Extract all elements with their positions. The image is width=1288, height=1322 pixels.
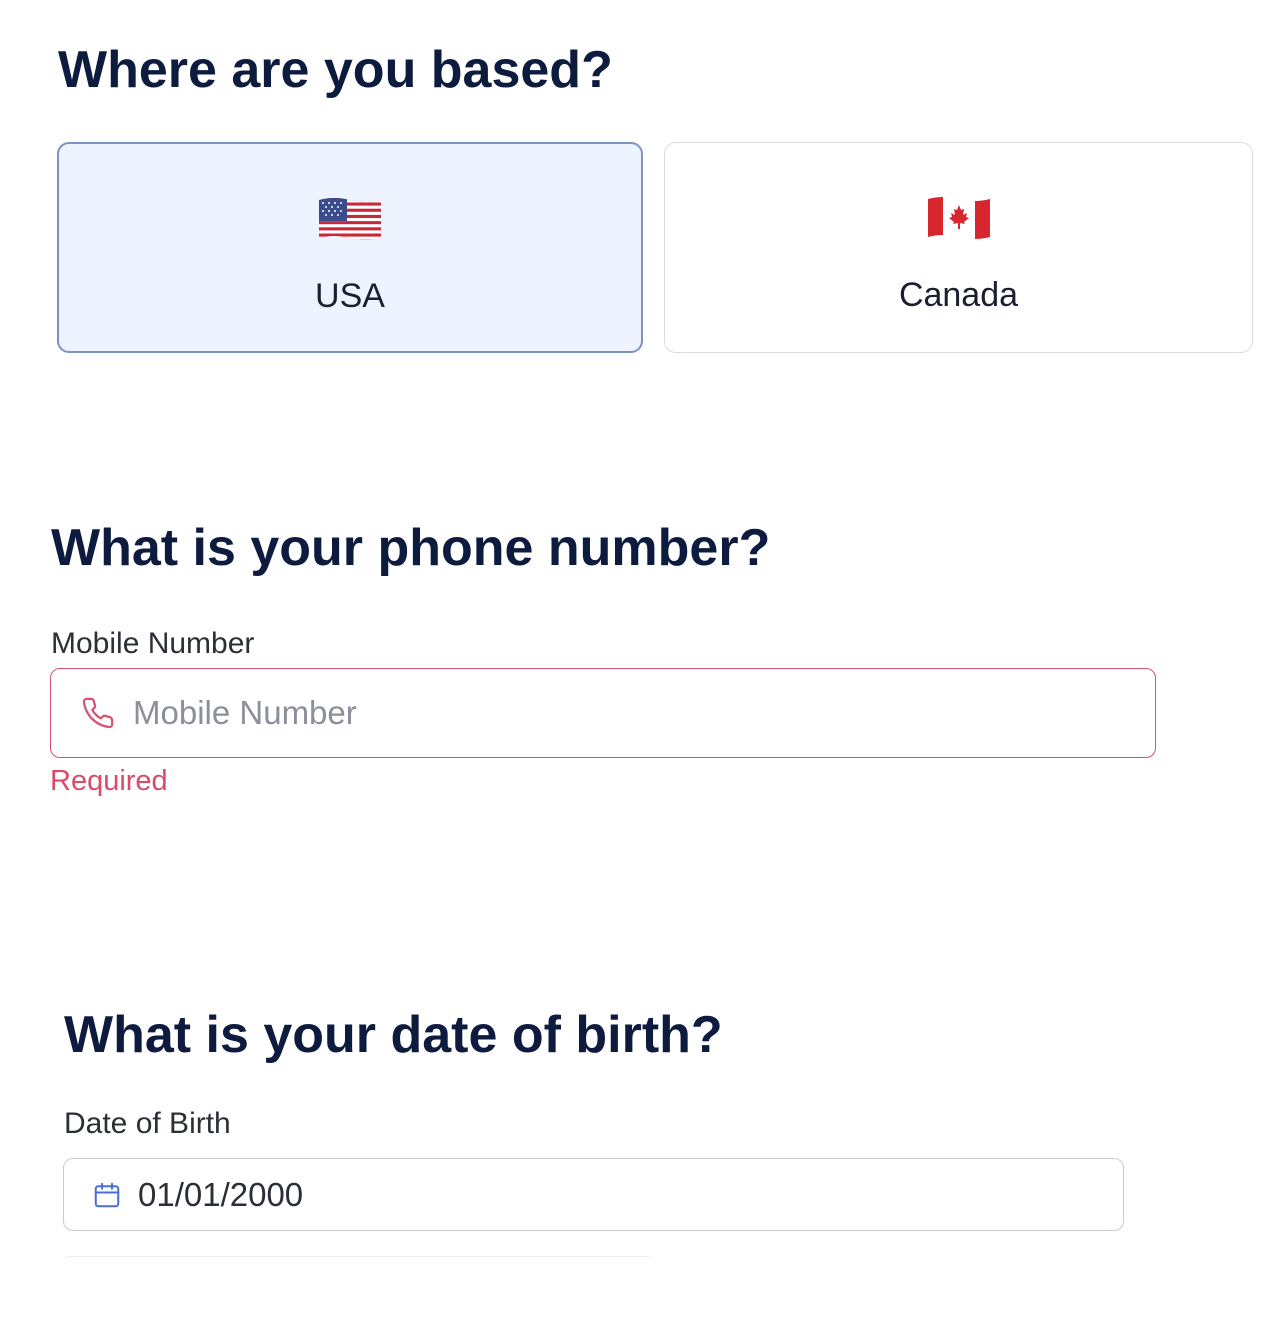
canada-flag-icon	[927, 197, 990, 239]
country-option-canada[interactable]: Canada	[664, 142, 1253, 353]
country-label-canada: Canada	[898, 276, 1019, 314]
phone-heading: What is your phone number?	[51, 519, 771, 577]
mobile-number-label: Mobile Number	[51, 627, 255, 660]
mobile-number-error: Required	[50, 765, 168, 797]
date-of-birth-field	[63, 1158, 1124, 1231]
date-of-birth-label: Date of Birth	[64, 1107, 231, 1140]
calendar-icon	[94, 1182, 120, 1207]
mobile-number-field	[50, 668, 1156, 758]
country-label-usa: USA	[315, 277, 385, 315]
country-option-usa[interactable]: USA	[57, 142, 643, 353]
mobile-number-input[interactable]	[133, 669, 1135, 757]
phone-icon	[82, 697, 114, 729]
us-flag-icon	[319, 198, 381, 240]
next-element-edge	[63, 1256, 653, 1263]
date-of-birth-input[interactable]	[138, 1159, 1103, 1230]
dob-heading: What is your date of birth?	[64, 1006, 723, 1064]
country-heading: Where are you based?	[58, 41, 613, 99]
